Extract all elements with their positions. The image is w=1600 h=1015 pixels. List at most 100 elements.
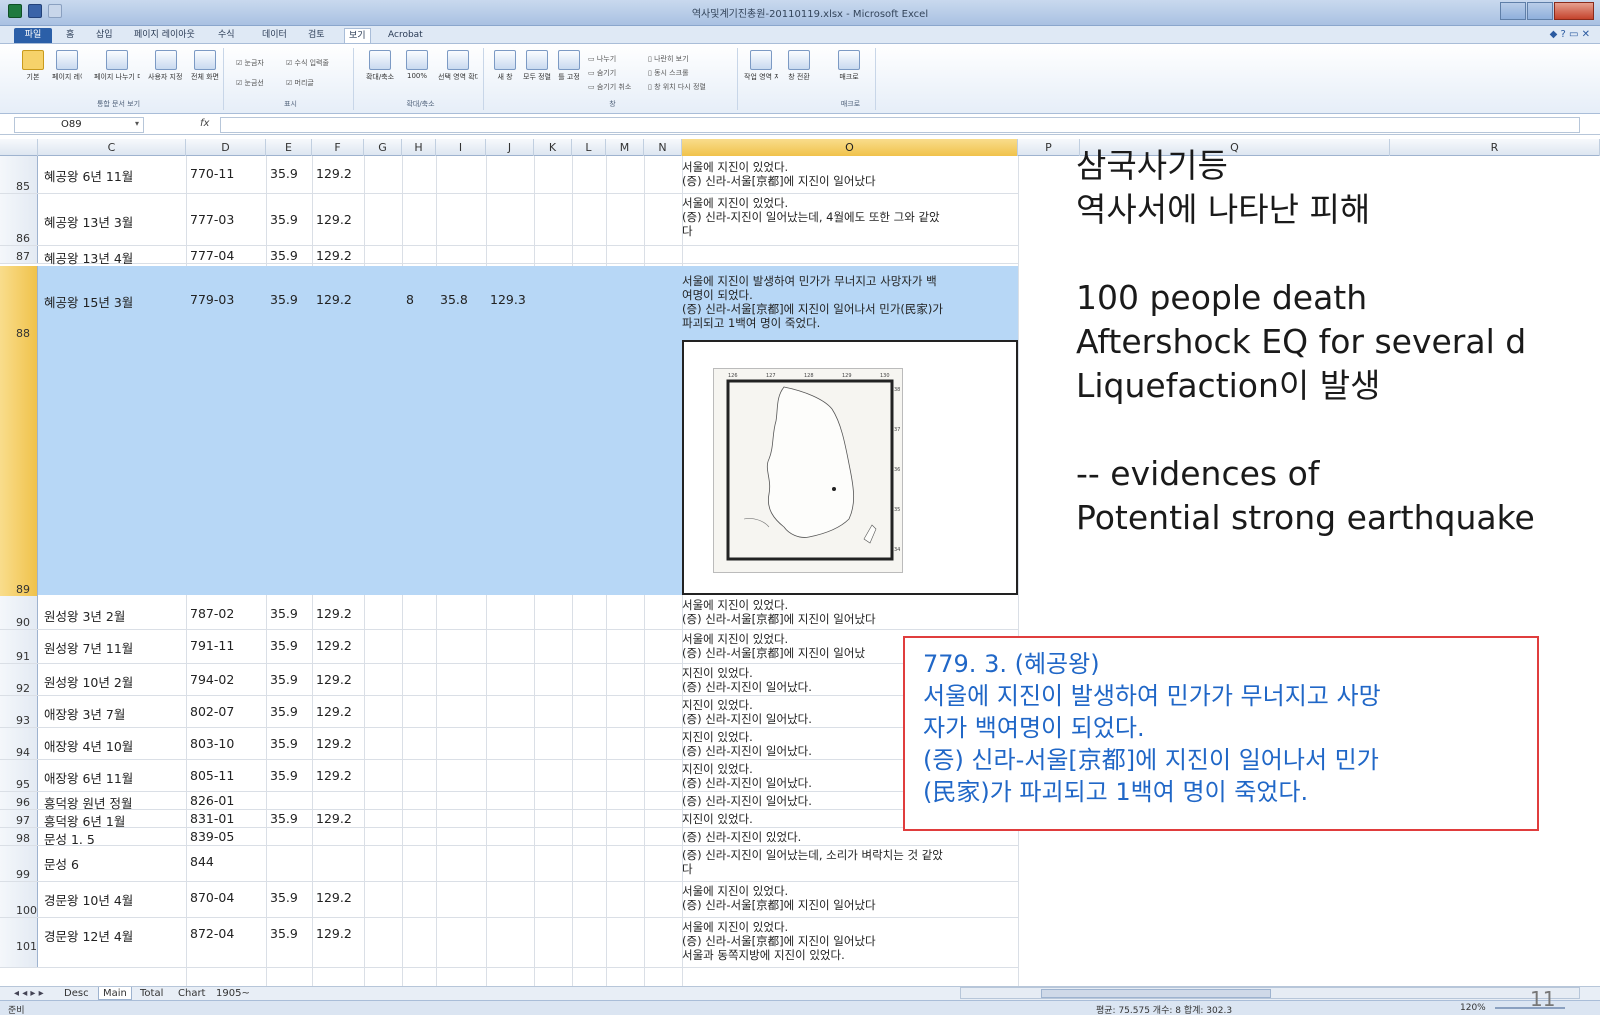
col-header-l[interactable]: L <box>572 139 606 156</box>
tab-view[interactable]: 보기 <box>344 28 371 43</box>
save-workspace-button[interactable]: 작업 영역 저장 <box>744 50 778 90</box>
cell-reign[interactable]: 애장왕 4년 10월 <box>44 736 133 755</box>
cell-lat[interactable]: 35.9 <box>270 292 298 307</box>
cell-reign[interactable]: 경문왕 10년 4월 <box>44 890 133 909</box>
cell-lat[interactable]: 35.9 <box>270 704 298 719</box>
cell-lat[interactable]: 35.9 <box>270 811 298 826</box>
row-number[interactable]: 86 <box>14 232 36 245</box>
cell-date[interactable]: 839-05 <box>190 829 234 844</box>
cell-lon[interactable]: 129.2 <box>316 890 352 905</box>
view-side-by-side-button[interactable]: ▯ 나란히 보기 <box>648 54 689 64</box>
cell-lon[interactable]: 129.2 <box>316 638 352 653</box>
cell-lat[interactable]: 35.9 <box>270 212 298 227</box>
full-screen-button[interactable]: 전체 화면 <box>190 50 220 90</box>
korea-map-image[interactable]: 126 127 128 129 130 38 37 36 35 34 <box>713 368 903 573</box>
cell-lat[interactable]: 35.9 <box>270 248 298 263</box>
tab-acrobat[interactable]: Acrobat <box>384 28 427 43</box>
row-number[interactable]: 97 <box>14 814 36 827</box>
undo-icon[interactable] <box>48 4 62 18</box>
sheet-tab-total[interactable]: Total <box>136 987 167 1000</box>
help-icon[interactable]: ◆ ? ▭ ✕ <box>1550 29 1590 40</box>
chevron-down-icon[interactable]: ▾ <box>135 119 139 128</box>
select-all-corner[interactable] <box>0 139 38 156</box>
col-header-c[interactable]: C <box>38 139 186 156</box>
page-layout-view-button[interactable]: 페이지 레이아웃 <box>52 50 82 90</box>
headings-checkbox[interactable]: ☑ 머리글 <box>286 78 314 88</box>
cell-lon[interactable]: 129.2 <box>316 212 352 227</box>
cell-reign[interactable]: 혜공왕 15년 3월 <box>44 292 133 311</box>
tab-insert[interactable]: 삽입 <box>92 28 117 43</box>
cell-lon[interactable]: 129.2 <box>316 704 352 719</box>
col-header-o[interactable]: O <box>682 139 1018 156</box>
row-number[interactable]: 85 <box>14 180 36 193</box>
cell-lon[interactable]: 129.2 <box>316 926 352 941</box>
new-window-button[interactable]: 새 창 <box>490 50 520 90</box>
cell-lon[interactable]: 129.2 <box>316 606 352 621</box>
unhide-button[interactable]: ▭ 숨기기 취소 <box>588 82 631 92</box>
cell-date[interactable]: 777-04 <box>190 248 234 263</box>
cell-lon[interactable]: 129.2 <box>316 811 352 826</box>
synchronous-scrolling-button[interactable]: ▯ 동시 스크롤 <box>648 68 689 78</box>
tab-home[interactable]: 홈 <box>62 28 78 43</box>
cell-lat-2[interactable]: 35.8 <box>440 292 468 307</box>
col-header-p[interactable]: P <box>1018 139 1080 156</box>
cell-description[interactable]: 서울에 지진이 있었다. (증) 신라-서울[京都]에 지진이 일어났다 서울과 동… <box>682 920 1016 962</box>
cell-date[interactable]: 770-11 <box>190 166 234 181</box>
sheet-nav-arrows-icon[interactable]: ◂ ◂ ▸ ▸ <box>14 988 44 999</box>
cell-lon[interactable]: 129.2 <box>316 736 352 751</box>
cell-lon[interactable]: 129.2 <box>316 248 352 263</box>
row-number[interactable]: 89 <box>14 583 36 596</box>
save-icon[interactable] <box>28 4 42 18</box>
cell-date[interactable]: 803-10 <box>190 736 234 751</box>
col-header-j[interactable]: J <box>486 139 534 156</box>
cell-date[interactable]: 872-04 <box>190 926 234 941</box>
cell-date[interactable]: 844 <box>190 854 214 869</box>
cell-reign[interactable]: 혜공왕 6년 11월 <box>44 166 133 185</box>
sheet-tab-main[interactable]: Main <box>98 987 132 1000</box>
custom-views-button[interactable]: 사용자 지정 보기 <box>148 50 184 90</box>
cell-reign[interactable]: 원성왕 10년 2월 <box>44 672 133 691</box>
cell-reign[interactable]: 원성왕 3년 2월 <box>44 606 125 625</box>
cell-reign[interactable]: 애장왕 6년 11월 <box>44 768 133 787</box>
cell-date[interactable]: 826-01 <box>190 793 234 808</box>
col-header-n[interactable]: N <box>644 139 682 156</box>
cell-reign[interactable]: 혜공왕 13년 3월 <box>44 212 133 231</box>
col-header-k[interactable]: K <box>534 139 572 156</box>
excel-app-icon[interactable] <box>8 4 22 18</box>
cell-lat[interactable]: 35.9 <box>270 890 298 905</box>
cell-description[interactable]: (증) 신라-지진이 있었다. <box>682 830 1016 844</box>
macros-button[interactable]: 매크로 <box>834 50 864 90</box>
cell-date[interactable]: 779-03 <box>190 292 234 307</box>
row-number[interactable]: 95 <box>14 778 36 791</box>
page-break-preview-button[interactable]: 페이지 나누기 미리 보기 <box>94 50 140 90</box>
insert-function-icon[interactable]: fx <box>200 118 209 129</box>
cell-lon[interactable]: 129.2 <box>316 166 352 181</box>
name-box[interactable]: O89 ▾ <box>14 117 144 133</box>
col-header-m[interactable]: M <box>606 139 644 156</box>
row-number[interactable]: 94 <box>14 746 36 759</box>
cell-lat[interactable]: 35.9 <box>270 736 298 751</box>
cell-date[interactable]: 794-02 <box>190 672 234 687</box>
minimize-icon[interactable] <box>1500 2 1526 20</box>
horizontal-scrollbar[interactable] <box>960 987 1580 999</box>
cell-reign[interactable]: 문성 6 <box>44 854 79 873</box>
tab-formulas[interactable]: 수식 <box>214 28 239 43</box>
cell-lat[interactable]: 35.9 <box>270 166 298 181</box>
maximize-icon[interactable] <box>1527 2 1553 20</box>
formula-bar-checkbox[interactable]: ☑ 수식 입력줄 <box>286 58 329 68</box>
cell-description[interactable]: 서울에 지진이 있었다. (증) 신라-서울[京都]에 지진이 일어났다 <box>682 160 1016 188</box>
cell-date[interactable]: 777-03 <box>190 212 234 227</box>
zoom-level[interactable]: 120% <box>1460 1003 1486 1013</box>
cell-lat[interactable]: 35.9 <box>270 768 298 783</box>
row-number[interactable]: 99 <box>14 868 36 881</box>
row-number[interactable]: 98 <box>14 832 36 845</box>
cell-lon[interactable]: 129.2 <box>316 768 352 783</box>
zoom-to-selection-button[interactable]: 선택 영역 확대/축소 <box>438 50 478 90</box>
cell-lat[interactable]: 35.9 <box>270 672 298 687</box>
cell-lon[interactable]: 129.2 <box>316 672 352 687</box>
col-header-g[interactable]: G <box>364 139 402 156</box>
cell-lon[interactable]: 129.2 <box>316 292 352 307</box>
cell-description[interactable]: 서울에 지진이 있었다. (증) 신라-서울[京都]에 지진이 일어났다 <box>682 598 1016 626</box>
cell-reign[interactable]: 혜공왕 13년 4월 <box>44 248 133 267</box>
col-header-e[interactable]: E <box>266 139 312 156</box>
